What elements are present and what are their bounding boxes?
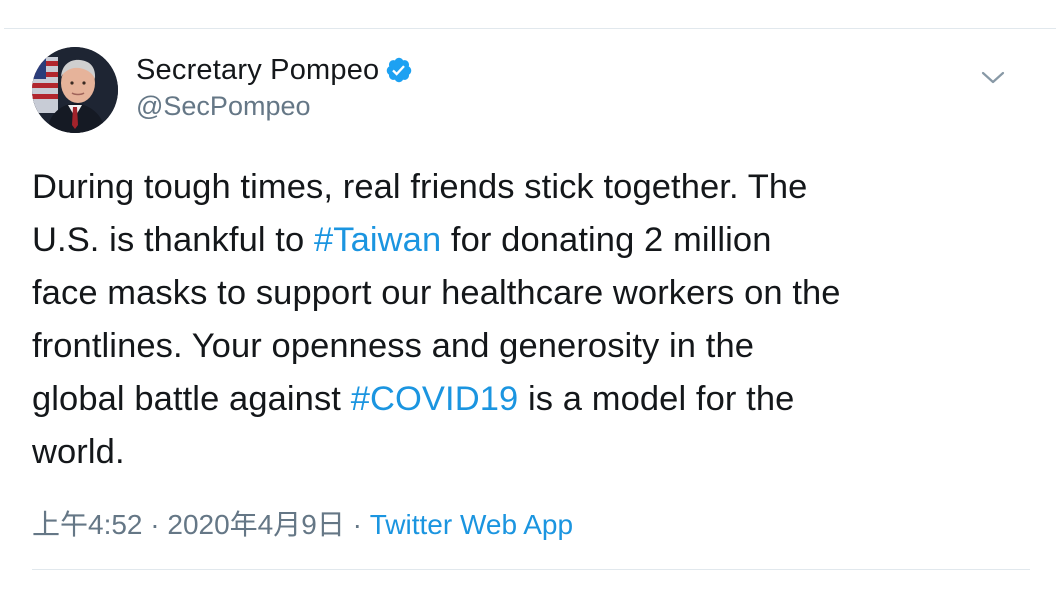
author-names: Secretary Pompeo @SecPompeo xyxy=(136,51,413,122)
tweet-time[interactable]: 上午4:52 xyxy=(32,509,143,540)
tweet-card: Secretary Pompeo @SecPompeo During tough… xyxy=(4,28,1056,588)
tweet-header: Secretary Pompeo @SecPompeo xyxy=(32,47,1032,137)
tweet-text: During tough times, real friends stick t… xyxy=(32,161,1032,479)
text-segment: During tough times, real friends stick t… xyxy=(32,168,808,206)
tweet-line: world. xyxy=(32,426,1032,479)
tweet-source-link[interactable]: Twitter Web App xyxy=(370,509,573,540)
text-segment: frontlines. Your openness and generosity… xyxy=(32,327,755,365)
chevron-down-icon[interactable] xyxy=(980,69,1006,87)
avatar[interactable] xyxy=(32,47,118,133)
hashtag-taiwan-link[interactable]: #Taiwan xyxy=(314,221,441,259)
text-segment: U.S. is thankful to xyxy=(32,221,314,259)
text-segment: global battle against xyxy=(32,380,351,418)
text-segment: for donating 2 million xyxy=(441,221,772,259)
display-name[interactable]: Secretary Pompeo xyxy=(136,54,379,87)
meta-separator: · xyxy=(142,509,168,540)
tweet-line: U.S. is thankful to #Taiwan for donating… xyxy=(32,214,1032,267)
tweet-line: global battle against #COVID19 is a mode… xyxy=(32,373,1032,426)
divider xyxy=(32,569,1030,570)
tweet-line: frontlines. Your openness and generosity… xyxy=(32,320,1032,373)
handle[interactable]: @SecPompeo xyxy=(136,91,413,122)
meta-separator: · xyxy=(344,509,370,540)
tweet-line: face masks to support our healthcare wor… xyxy=(32,267,1032,320)
text-segment: world. xyxy=(32,433,125,471)
tweet-date[interactable]: 2020年4月9日 xyxy=(167,509,344,540)
hashtag-covid19-link[interactable]: #COVID19 xyxy=(351,380,519,418)
text-segment: is a model for the xyxy=(518,380,795,418)
display-name-row: Secretary Pompeo xyxy=(136,51,413,89)
avatar-portrait-icon xyxy=(32,47,118,133)
tweet-meta: 上午4:52 · 2020年4月9日 · Twitter Web App xyxy=(32,503,573,543)
verified-badge-icon xyxy=(385,56,413,84)
tweet-line: During tough times, real friends stick t… xyxy=(32,161,1032,214)
text-segment: face masks to support our healthcare wor… xyxy=(32,274,841,312)
